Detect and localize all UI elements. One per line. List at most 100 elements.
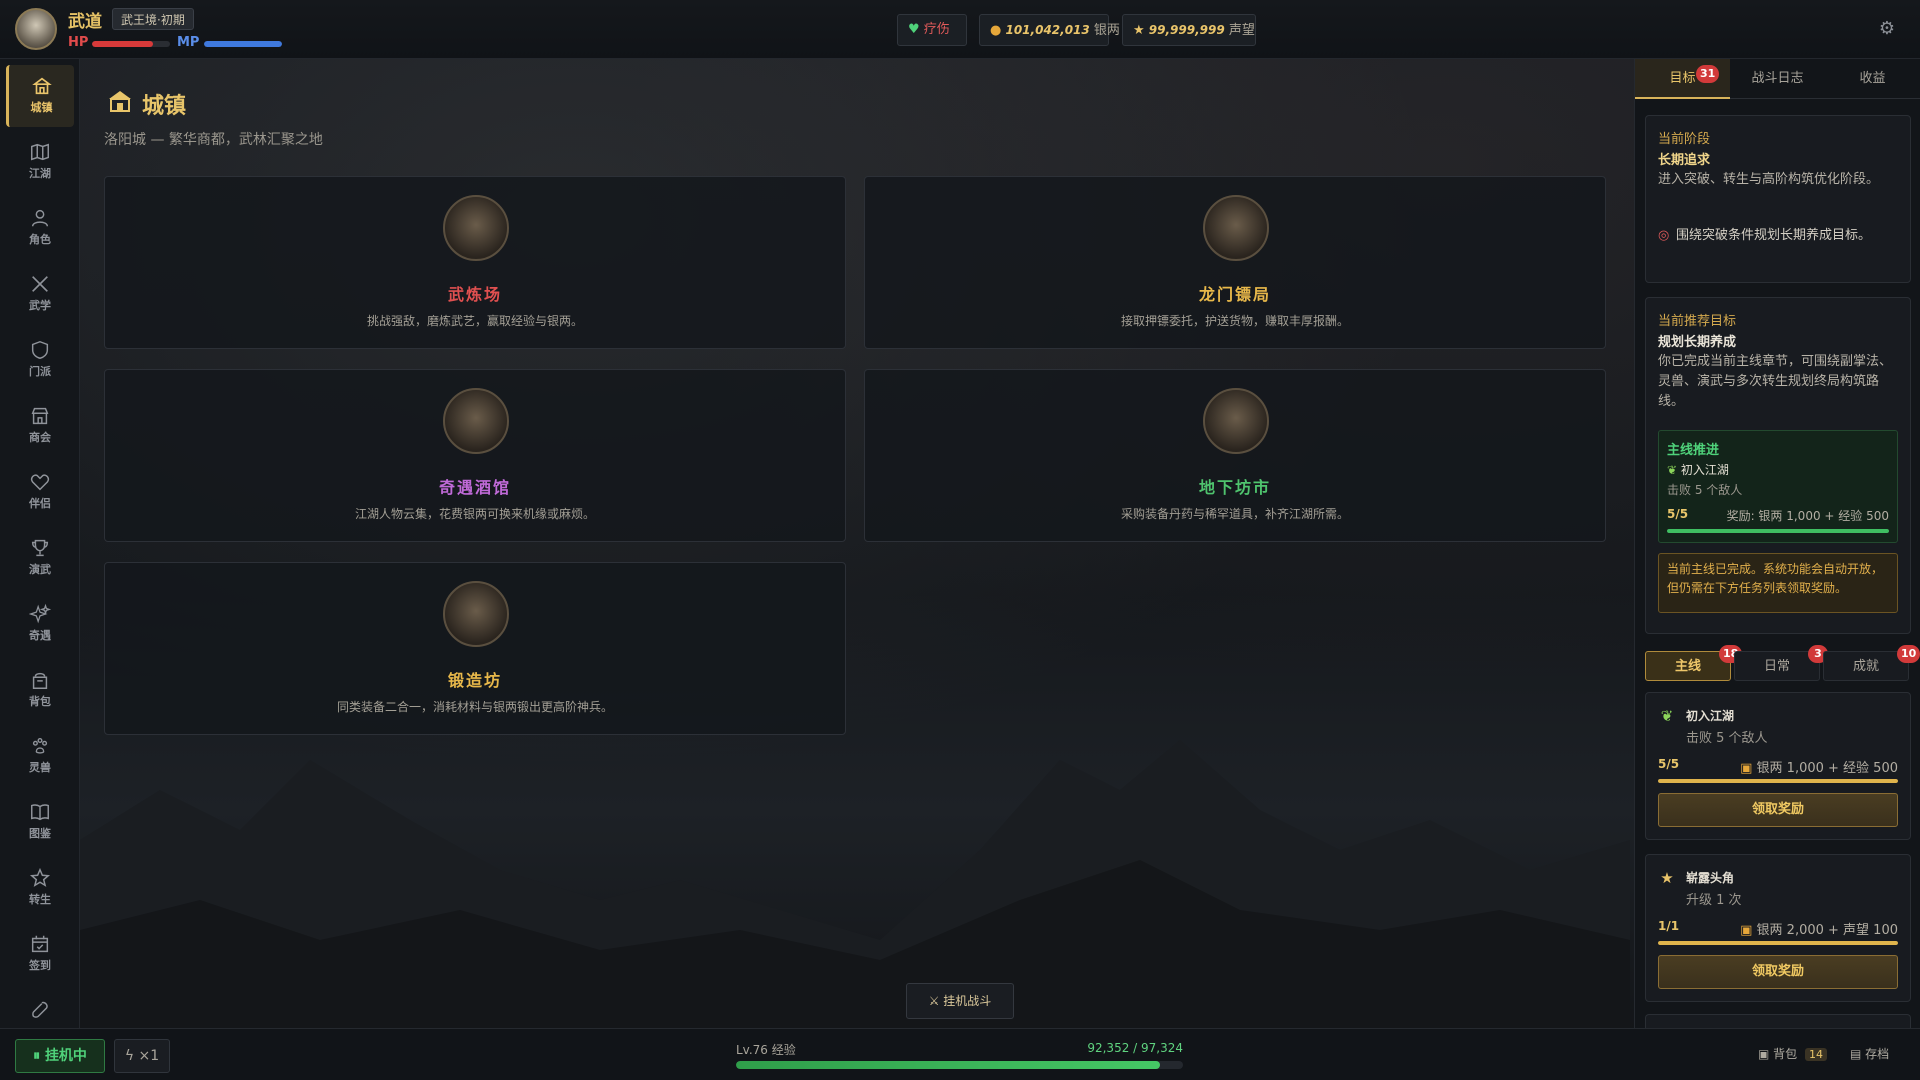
quest-tab-label: 日常 xyxy=(1763,659,1790,674)
nav-item-4[interactable]: 门派 xyxy=(6,329,74,391)
book-icon xyxy=(31,804,49,821)
quest-desc: 击败 5 个敌人 xyxy=(1686,731,1768,746)
calendar-icon xyxy=(31,935,49,953)
backpack-icon xyxy=(32,672,48,689)
page-title: 城镇 xyxy=(142,93,187,119)
nav-item-12[interactable]: 转生 xyxy=(6,857,74,919)
quest-reward: ▣ 银两 2,000 + 声望 100 xyxy=(1740,919,1898,938)
main-progress-quest-name: 初入江湖 xyxy=(1680,463,1729,477)
speed-label: ×1 xyxy=(138,1048,160,1064)
main-progress-reward: 奖励: 银两 1,000 + 经验 500 xyxy=(1726,509,1889,523)
tab-goals[interactable]: 目标 31 xyxy=(1635,59,1730,99)
heal-label: 疗伤 xyxy=(923,22,950,37)
bag-button[interactable]: ▣ 背包 14 xyxy=(1758,1045,1828,1062)
main-progress-bar xyxy=(1667,529,1889,533)
nav-item-5[interactable]: 商会 xyxy=(6,395,74,457)
building-name: 龙门镖局 xyxy=(1198,285,1271,304)
nav-item-10[interactable]: 灵兽 xyxy=(6,725,74,787)
nav-item-0[interactable]: 城镇 xyxy=(6,65,74,127)
lightning-icon: ϟ xyxy=(124,1048,135,1064)
player-avatar[interactable] xyxy=(15,8,57,50)
mp-bar xyxy=(204,41,282,47)
nav-item-2[interactable]: 角色 xyxy=(6,197,74,259)
quest-tab-2[interactable]: 成就 xyxy=(1823,651,1909,681)
nav-item-3[interactable]: 武学 xyxy=(6,263,74,325)
building-image xyxy=(443,581,509,647)
quest-tab-1[interactable]: 日常 xyxy=(1734,651,1820,681)
backpack-icon: ▣ xyxy=(1758,1047,1770,1061)
quest-tab-0[interactable]: 主线 xyxy=(1645,651,1731,681)
nav-item-13[interactable]: 签到 xyxy=(6,923,74,985)
gear-icon[interactable]: ⚙ xyxy=(1876,18,1898,40)
main-progress-bar-fill xyxy=(1667,529,1889,533)
reputation-display: ★ 99,999,999 声望 xyxy=(1122,14,1256,46)
building-desc: 接取押镖委托，护送货物，赚取丰厚报酬。 xyxy=(1120,314,1349,328)
quest-count: 1/1 xyxy=(1658,919,1680,933)
quest-card: ❦ 初入江湖 击败 5 个敌人 5/5 ▣ 银两 1,000 + 经验 500 领取奖励 xyxy=(1645,692,1911,840)
heart-icon: ♥ xyxy=(908,22,920,37)
hp-bar xyxy=(92,41,170,47)
nav-item-11[interactable]: 图鉴 xyxy=(6,791,74,853)
claim-reward-button[interactable]: 领取奖励 xyxy=(1658,955,1898,989)
nav-item-9[interactable]: 背包 xyxy=(6,659,74,721)
tab-battle-log[interactable]: 战斗日志 xyxy=(1730,59,1825,99)
gift-icon: ▣ xyxy=(1740,923,1757,938)
building-desc: 挑战强敌，磨炼武艺，赢取经验与银两。 xyxy=(366,314,583,328)
quest-reward: ▣ 银两 1,000 + 经验 500 xyxy=(1740,757,1898,776)
tab-earnings[interactable]: 收益 xyxy=(1825,59,1920,99)
quest-card: ★ 崭露头角 升级 1 次 1/1 ▣ 银两 2,000 + 声望 100 领取奖励 xyxy=(1645,854,1911,1002)
money-bag-icon: ● xyxy=(990,23,1002,38)
hp-label: HP xyxy=(68,35,89,50)
nav-item-6[interactable]: 伴侣 xyxy=(6,461,74,523)
silver-unit: 银两 xyxy=(1093,23,1120,38)
recommend-heading: 当前推荐目标 xyxy=(1658,314,1737,329)
speed-button[interactable]: ϟ ×1 xyxy=(114,1039,170,1073)
save-label: 存档 xyxy=(1865,1047,1890,1061)
star-icon: ★ xyxy=(1133,23,1145,38)
town-icon xyxy=(109,91,131,112)
sprout-icon: ❦ xyxy=(1660,707,1674,725)
idle-battle-button[interactable]: ⚔ 挂机战斗 xyxy=(906,983,1014,1019)
building-desc: 江湖人物云集，花费银两可换来机缘或麻烦。 xyxy=(354,507,595,521)
bag-label: 背包 xyxy=(1773,1047,1798,1061)
quest-reward-text: 银两 1,000 + 经验 500 xyxy=(1756,761,1898,776)
recommend-text: 你已完成当前主线章节，可围绕副掌法、灵兽、演武与多次转生规划终局构筑路线。 xyxy=(1658,354,1893,409)
nav-label: 演武 xyxy=(29,563,51,576)
building-name: 奇遇酒馆 xyxy=(438,478,511,497)
building-card-3[interactable]: 地下坊市 采购装备丹药与稀罕道具，补齐江湖所需。 xyxy=(864,369,1606,542)
map-icon xyxy=(31,143,49,161)
top-bar: 武道 武王境·初期 HP MP ♥ 疗伤 ● 101,042,013 银两 ★ … xyxy=(0,0,1920,59)
save-button[interactable]: ▤ 存档 xyxy=(1850,1045,1889,1062)
main-progress-count: 5/5 xyxy=(1667,507,1689,521)
exp-value: 92,352 / 97,324 xyxy=(1087,1041,1183,1055)
page-subtitle: 洛阳城 — 繁华商都，武林汇聚之地 xyxy=(104,132,323,148)
claim-reward-button[interactable]: 领取奖励 xyxy=(1658,793,1898,827)
nav-item-7[interactable]: 演武 xyxy=(6,527,74,589)
nav-item-1[interactable]: 江湖 xyxy=(6,131,74,193)
stage-name: 长期追求 xyxy=(1658,153,1711,168)
mp-label: MP xyxy=(177,35,200,50)
heal-button[interactable]: ♥ 疗伤 xyxy=(897,14,967,46)
nav-item-8[interactable]: 奇遇 xyxy=(6,593,74,655)
reputation-value: 99,999,999 xyxy=(1148,23,1225,37)
swords-icon xyxy=(32,276,48,292)
stage-card: 当前阶段 长期追求 进入突破、转生与高阶构筑优化阶段。 ◎ 围绕突破条件规划长期… xyxy=(1645,115,1911,283)
hp-bar-fill xyxy=(92,41,153,47)
building-card-4[interactable]: 锻造坊 同类装备二合一，消耗材料与银两锻出更高阶神兵。 xyxy=(104,562,846,735)
building-image xyxy=(443,195,509,261)
building-card-0[interactable]: 武炼场 挑战强敌，磨炼武艺，赢取经验与银两。 xyxy=(104,176,846,349)
nav-label: 签到 xyxy=(29,959,51,972)
wrench-icon xyxy=(32,1001,48,1018)
save-icon: ▤ xyxy=(1850,1047,1862,1061)
building-image xyxy=(443,388,509,454)
quest-tab-label: 主线 xyxy=(1674,659,1701,674)
silver-display: ● 101,042,013 银两 xyxy=(979,14,1120,46)
exp-bar xyxy=(736,1061,1183,1069)
building-card-2[interactable]: 奇遇酒馆江湖人物云集，花费银两可换来机缘或麻烦。 xyxy=(104,369,846,542)
afk-toggle-button[interactable]: ⏸ 挂机中 xyxy=(15,1039,105,1073)
quest-title: 崭露头角 xyxy=(1686,871,1735,885)
quest-card-partial xyxy=(1645,1014,1911,1028)
building-card-1[interactable]: 龙门镖局接取押镖委托，护送货物，赚取丰厚报酬。 xyxy=(864,176,1606,349)
gift-icon: ▣ xyxy=(1740,761,1757,776)
building-image xyxy=(1203,195,1269,261)
